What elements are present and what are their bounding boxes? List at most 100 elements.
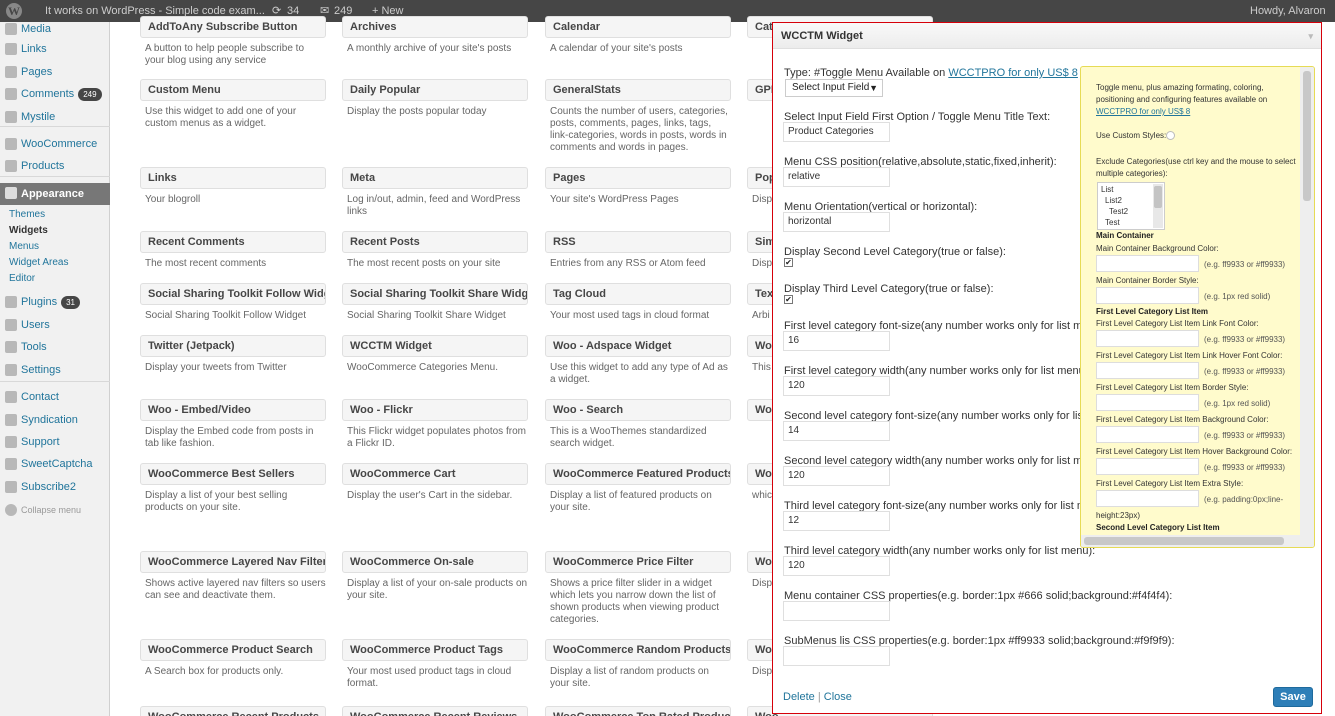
promo-hscroll-thumb[interactable]	[1084, 537, 1284, 545]
widget-title[interactable]: WooCommerce Featured Products	[545, 463, 731, 485]
menu-comments[interactable]: Comments 249	[0, 84, 110, 104]
widget-title[interactable]: Meta	[342, 167, 528, 189]
menu-plugins[interactable]: Plugins 31	[0, 292, 110, 312]
collapse-arrow-icon[interactable]: ▾	[1308, 23, 1313, 49]
widget-card[interactable]: WooCommerce Product Tags Your most used p…	[342, 639, 528, 690]
widget-title[interactable]: Social Sharing Toolkit Share Widget	[342, 283, 528, 305]
promo-scroll-thumb[interactable]	[1303, 71, 1311, 201]
third-level-font-size-input[interactable]: 12	[783, 511, 890, 531]
widget-card[interactable]: RSS Entries from any RSS or Atom feed	[545, 231, 731, 270]
widget-card[interactable]: WooCommerce Layered Nav Filters Shows act…	[140, 551, 326, 602]
widget-card[interactable]: Links Your blogroll	[140, 167, 326, 206]
submenu-widgets[interactable]: Widgets	[9, 224, 48, 238]
widget-card[interactable]: Pages Your site's WordPress Pages	[545, 167, 731, 206]
wordpress-logo-icon[interactable]: W	[6, 3, 22, 19]
menu-subscribe2[interactable]: Subscribe2	[0, 477, 110, 497]
widget-title[interactable]: Recent Posts	[342, 231, 528, 253]
menu-woocommerce[interactable]: WooCommerce	[0, 134, 110, 154]
list-scroll-thumb[interactable]	[1154, 186, 1162, 208]
promo-horizontal-scrollbar[interactable]	[1081, 535, 1302, 547]
widget-title[interactable]: WooCommerce On-sale	[342, 551, 528, 573]
widget-title[interactable]: Archives	[342, 16, 528, 38]
submenu-themes[interactable]: Themes	[9, 208, 45, 222]
first-level-font-size-input[interactable]: 16	[783, 331, 890, 351]
widget-title[interactable]: Woo - Flickr	[342, 399, 528, 421]
menu-settings[interactable]: Settings	[0, 360, 110, 380]
widget-title[interactable]: WooCommerce Recent Products	[140, 706, 326, 716]
widget-title[interactable]: RSS	[545, 231, 731, 253]
third-level-checkbox[interactable]: ✔	[784, 295, 793, 304]
widget-card[interactable]: WooCommerce Price Filter Shows a price fi…	[545, 551, 731, 626]
widget-title[interactable]: Links	[140, 167, 326, 189]
menu-products[interactable]: Products	[0, 156, 110, 176]
widget-card[interactable]: GeneralStats Counts the number of users, …	[545, 79, 731, 154]
widget-card[interactable]: WooCommerce On-sale Display a list of you…	[342, 551, 528, 602]
widget-card[interactable]: WooCommerce Recent Reviews	[342, 706, 528, 716]
widget-card[interactable]: WooCommerce Cart Display the user's Cart …	[342, 463, 528, 502]
menu-support[interactable]: Support	[0, 432, 110, 452]
widget-title[interactable]: Social Sharing Toolkit Follow Widget	[140, 283, 326, 305]
widget-card[interactable]: Tag Cloud Your most used tags in cloud fo…	[545, 283, 731, 322]
widget-title[interactable]: Tag Cloud	[545, 283, 731, 305]
widget-title[interactable]: Calendar	[545, 16, 731, 38]
wcctpro-link[interactable]: WCCTPRO for only US$ 8	[948, 67, 1078, 79]
second-level-width-input[interactable]: 120	[783, 466, 890, 486]
promo-link[interactable]: WCCTPRO for only US$ 8	[1096, 106, 1190, 118]
input-field-select[interactable]: Select Input Field ▼	[785, 79, 883, 97]
widget-title[interactable]: WooCommerce Cart	[342, 463, 528, 485]
first-hover-font-color-input[interactable]	[1096, 362, 1199, 379]
widget-title[interactable]: WooCommerce Layered Nav Filters	[140, 551, 326, 573]
submenu-menus[interactable]: Menus	[9, 240, 39, 254]
widget-card[interactable]: WooCommerce Random Products Display a lis…	[545, 639, 731, 690]
widget-card[interactable]: Meta Log in/out, admin, feed and WordPres…	[342, 167, 528, 218]
delete-link[interactable]: Delete	[783, 691, 815, 703]
menu-mystile[interactable]: Mystile	[0, 107, 110, 127]
widget-card[interactable]: Woo - Search This is a WooThemes standard…	[545, 399, 731, 450]
widget-card[interactable]: WooCommerce Recent Products	[140, 706, 326, 716]
orientation-input[interactable]: horizontal	[783, 212, 890, 232]
third-level-width-input[interactable]: 120	[783, 556, 890, 576]
widget-card[interactable]: WooCommerce Product Search A Search box f…	[140, 639, 326, 678]
widget-card[interactable]: Archives A monthly archive of your site's…	[342, 16, 528, 55]
first-item-extra-style-input[interactable]	[1096, 490, 1199, 507]
menu-syndication[interactable]: Syndication	[0, 410, 110, 430]
second-level-checkbox[interactable]: ✔	[784, 258, 793, 267]
first-item-hover-bg-input[interactable]	[1096, 458, 1199, 475]
submenu-widget-areas[interactable]: Widget Areas	[9, 256, 68, 270]
title-text-input[interactable]: Product Categories	[783, 122, 890, 142]
exclude-categories-list[interactable]: List List2 Test2 Test	[1097, 182, 1165, 230]
widget-card[interactable]: Woo - Adspace Widget Use this widget to a…	[545, 335, 731, 386]
widget-title[interactable]: WooCommerce Top Rated Products	[545, 706, 731, 716]
widget-card[interactable]: Recent Posts The most recent posts on you…	[342, 231, 528, 270]
widget-title[interactable]: Woo - Search	[545, 399, 731, 421]
main-bg-color-input[interactable]	[1096, 255, 1199, 272]
menu-container-css-input[interactable]	[783, 601, 890, 621]
widget-card[interactable]: WCCTM Widget WooCommerce Categories Menu.	[342, 335, 528, 374]
widget-title[interactable]: WCCTM Widget	[342, 335, 528, 357]
widget-card[interactable]: Woo - Flickr This Flickr widget populates…	[342, 399, 528, 450]
widget-card[interactable]: WooCommerce Top Rated Products	[545, 706, 731, 716]
menu-users[interactable]: Users	[0, 315, 110, 335]
widget-card[interactable]: WooCommerce Best Sellers Display a list o…	[140, 463, 326, 514]
widget-card[interactable]: Calendar A calendar of your site's posts	[545, 16, 731, 55]
widget-title[interactable]: AddToAny Subscribe Button	[140, 16, 326, 38]
widget-title[interactable]: Woo - Embed/Video	[140, 399, 326, 421]
second-level-font-size-input[interactable]: 14	[783, 421, 890, 441]
submenus-css-input[interactable]	[783, 646, 890, 666]
first-item-border-input[interactable]	[1096, 394, 1199, 411]
menu-appearance[interactable]: Appearance	[0, 183, 110, 205]
widget-card[interactable]: Daily Popular Display the posts popular t…	[342, 79, 528, 118]
widget-card[interactable]: Woo - Embed/Video Display the Embed code …	[140, 399, 326, 450]
menu-media[interactable]: Media	[0, 19, 110, 39]
widget-title[interactable]: WooCommerce Recent Reviews	[342, 706, 528, 716]
close-link[interactable]: Close	[824, 691, 852, 703]
save-button[interactable]: Save	[1273, 687, 1313, 707]
first-level-width-input[interactable]: 120	[783, 376, 890, 396]
widget-title[interactable]: WooCommerce Random Products	[545, 639, 731, 661]
custom-styles-radio[interactable]	[1166, 131, 1175, 140]
main-border-style-input[interactable]	[1096, 287, 1199, 304]
widget-card[interactable]: Social Sharing Toolkit Share Widget Socia…	[342, 283, 528, 322]
widget-title[interactable]: Pages	[545, 167, 731, 189]
widget-card[interactable]: Recent Comments The most recent comments	[140, 231, 326, 270]
howdy-account[interactable]: Howdy, Alvaron	[1250, 0, 1326, 22]
